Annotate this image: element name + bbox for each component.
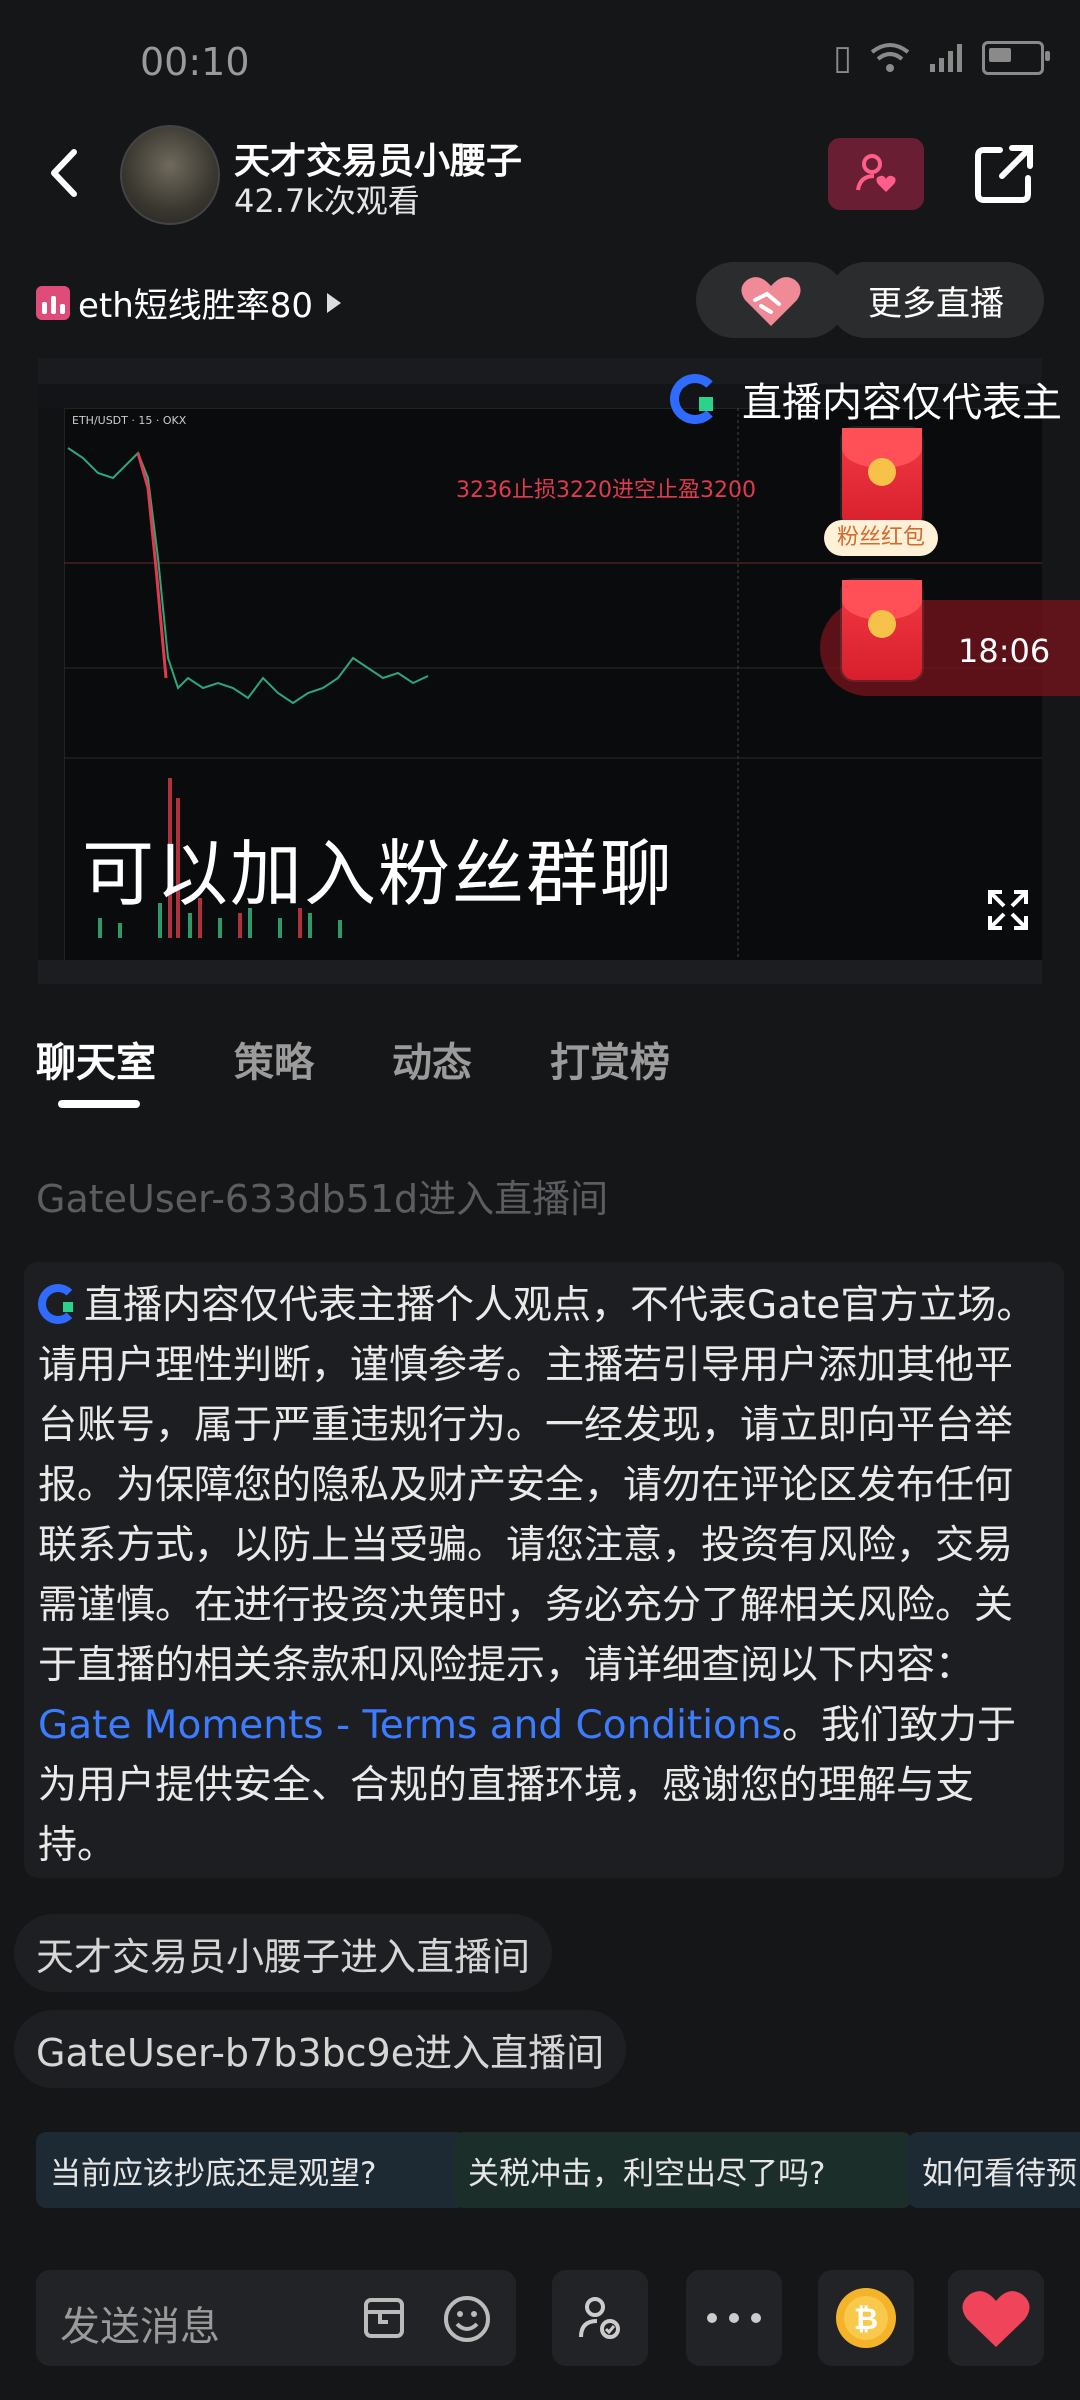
tab-chatroom[interactable]: 聊天室 bbox=[36, 1030, 156, 1088]
timed-red-packet[interactable] bbox=[842, 580, 922, 680]
user-manage-button[interactable] bbox=[552, 2270, 648, 2366]
send-like-button[interactable] bbox=[948, 2270, 1044, 2366]
bitcoin-coin-icon: ₿ bbox=[836, 2288, 896, 2348]
emoji-icon bbox=[444, 2296, 490, 2342]
gift-coin-button[interactable]: ₿ bbox=[818, 2270, 914, 2366]
quick-question[interactable]: 如何看待预 bbox=[908, 2132, 1080, 2208]
quick-question[interactable]: 当前应该抄底还是观望? bbox=[36, 2132, 466, 2208]
video-taskbar bbox=[38, 960, 1042, 984]
more-button[interactable] bbox=[686, 2270, 782, 2366]
content-tabs: 聊天室 策略 动态 打赏榜 bbox=[36, 1030, 670, 1088]
coin-icon bbox=[868, 458, 896, 486]
share-button[interactable] bbox=[970, 140, 1038, 208]
emoji-button[interactable] bbox=[442, 2294, 492, 2344]
host-avatar[interactable] bbox=[120, 125, 220, 225]
fullscreen-button[interactable] bbox=[986, 888, 1030, 932]
notice-text-pre: 直播内容仅代表主播个人观点，不代表Gate官方立场。请用户理性判断，谨慎参考。主… bbox=[38, 1283, 1036, 1688]
quick-question[interactable]: 关税冲击，利空出尽了吗? bbox=[454, 2132, 912, 2208]
play-arrow-icon bbox=[327, 292, 342, 313]
heart-icon bbox=[962, 2291, 1030, 2347]
video-caption: 可以加入粉丝群聊 bbox=[82, 832, 675, 916]
chevron-left-icon bbox=[51, 149, 77, 197]
fan-red-packet-label[interactable]: 粉丝红包 bbox=[824, 520, 938, 556]
tab-activity[interactable]: 动态 bbox=[392, 1030, 472, 1088]
gate-logo-icon bbox=[38, 1284, 78, 1324]
signal-icon bbox=[930, 44, 962, 72]
view-count: 42.7k次观看 bbox=[234, 182, 420, 220]
video-notice-overlay: 直播内容仅代表主 bbox=[670, 370, 1062, 428]
chat-entry-faded: GateUser-633db51d进入直播间 bbox=[36, 1177, 609, 1221]
expand-icon bbox=[988, 890, 1028, 930]
terms-link[interactable]: Gate Moments - Terms and Conditions bbox=[38, 1703, 782, 1748]
more-dots-icon bbox=[707, 2313, 761, 2323]
handshake-heart-icon bbox=[741, 277, 801, 326]
status-time: 00:10 bbox=[140, 40, 250, 84]
chat-entry: 天才交易员小腰子进入直播间 bbox=[14, 1914, 553, 1992]
disclaimer-notice: 直播内容仅代表主播个人观点，不代表Gate官方立场。请用户理性判断，谨慎参考。主… bbox=[24, 1262, 1064, 1878]
tab-leaderboard[interactable]: 打赏榜 bbox=[550, 1030, 670, 1088]
back-button[interactable] bbox=[38, 138, 94, 208]
user-settings-icon bbox=[579, 2297, 620, 2339]
trade-note: 3236止损3220进空止盈3200 bbox=[456, 478, 756, 503]
coin-icon bbox=[868, 610, 896, 638]
message-placeholder: 发送消息 bbox=[60, 2304, 220, 2350]
live-title-text: eth短线胜率80 bbox=[78, 286, 314, 326]
live-title[interactable]: eth短线胜率80 bbox=[36, 278, 342, 327]
chat-entry: GateUser-b7b3bc9e进入直播间 bbox=[14, 2010, 627, 2088]
more-live-button[interactable]: 更多直播 bbox=[828, 262, 1044, 338]
sticker-button[interactable] bbox=[360, 2294, 408, 2342]
user-heart-icon bbox=[856, 154, 896, 192]
wifi-icon bbox=[870, 43, 910, 72]
vibrate-icon: ▯ bbox=[833, 38, 852, 78]
share-icon bbox=[975, 145, 1033, 203]
active-tab-indicator bbox=[58, 1100, 140, 1108]
red-packet-timer: 18:06 bbox=[958, 632, 1051, 670]
status-icons: ▯ bbox=[833, 38, 1050, 78]
like-button[interactable] bbox=[696, 262, 846, 338]
fan-red-packet[interactable] bbox=[842, 428, 922, 528]
battery-icon bbox=[982, 41, 1050, 75]
live-bars-icon bbox=[36, 285, 70, 320]
video-notice-text: 直播内容仅代表主 bbox=[742, 380, 1062, 426]
sticker-icon bbox=[364, 2298, 404, 2338]
gate-logo-icon bbox=[670, 374, 720, 424]
svg-text:₿: ₿ bbox=[854, 2302, 878, 2337]
follow-button[interactable] bbox=[828, 138, 924, 210]
tab-strategy[interactable]: 策略 bbox=[234, 1030, 314, 1088]
